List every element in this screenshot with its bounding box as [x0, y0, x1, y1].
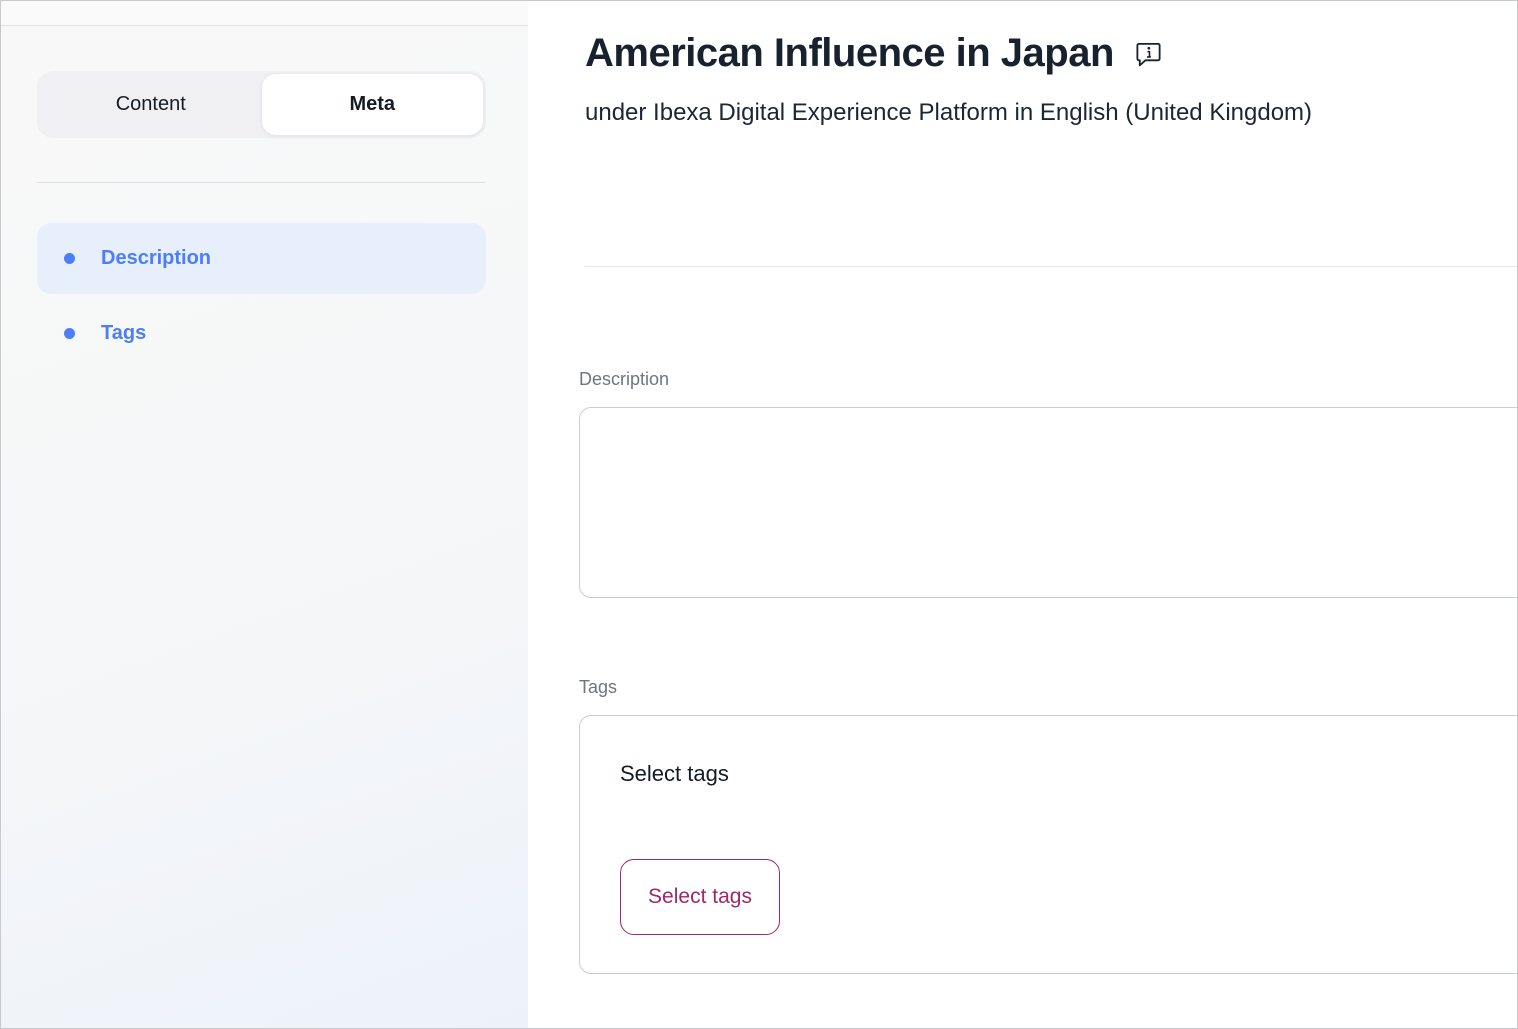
- tags-selection-text: Select tags: [620, 761, 1518, 787]
- content-edit-page: Content Meta Description Tags American I…: [0, 0, 1518, 1029]
- page-title: American Influence in Japan: [585, 29, 1114, 77]
- sidebar-item-label: Tags: [101, 322, 146, 345]
- select-tags-button[interactable]: Select tags: [620, 859, 780, 935]
- tags-field-group: Select tags Select tags: [579, 715, 1518, 974]
- sidebar-item-label: Description: [101, 247, 211, 270]
- description-input[interactable]: [579, 407, 1518, 598]
- edit-sidebar: Content Meta Description Tags: [1, 1, 528, 1028]
- anchor-nav: Description Tags: [37, 223, 486, 369]
- location-subtitle: under Ibexa Digital Experience Platform …: [585, 98, 1312, 128]
- tab-content[interactable]: Content: [40, 74, 262, 135]
- sidebar-divider: [37, 182, 485, 183]
- tags-field-label: Tags: [579, 677, 617, 698]
- content-meta-tab-switcher: Content Meta: [37, 71, 486, 138]
- title-row: American Influence in Japan: [585, 29, 1163, 77]
- header-divider: [585, 266, 1517, 267]
- main-content: American Influence in Japan under Ibexa …: [528, 1, 1517, 1028]
- tab-meta[interactable]: Meta: [262, 74, 484, 135]
- sidebar-item-description[interactable]: Description: [37, 223, 486, 294]
- sidebar-header-strip: [1, 1, 528, 26]
- sidebar-item-tags[interactable]: Tags: [37, 298, 486, 369]
- speech-bubble-info-icon[interactable]: [1134, 40, 1163, 74]
- bullet-dot-icon: [64, 253, 75, 264]
- description-field-label: Description: [579, 369, 669, 390]
- bullet-dot-icon: [64, 328, 75, 339]
